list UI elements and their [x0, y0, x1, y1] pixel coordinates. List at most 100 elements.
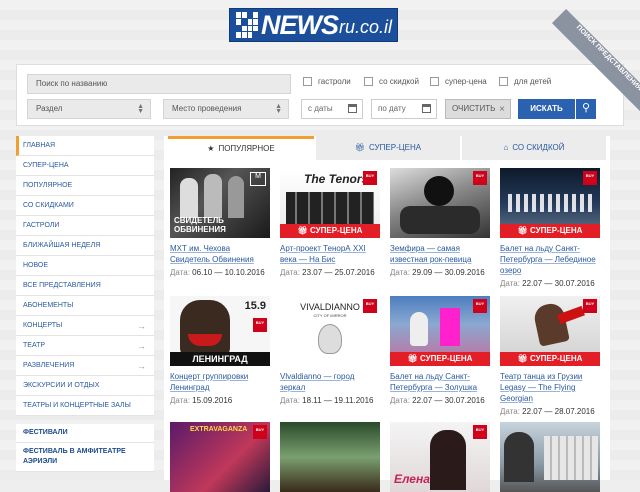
sidebar-item-super-price[interactable]: Супер-цена	[16, 156, 154, 176]
logo-grid-icon	[236, 12, 258, 38]
ticket-badge-icon: BUY	[253, 318, 267, 332]
ticket-badge-icon: BUY	[363, 171, 377, 185]
sidebar-item-concerts[interactable]: Концерты →	[16, 316, 154, 336]
event-date: Дата: 06.10 — 10.10.2016	[170, 268, 265, 277]
event-title[interactable]: МХТ им. Чехова Свидетель Обвинения	[170, 243, 270, 265]
event-poster[interactable]: BUY 🎁︎ СУПЕР-ЦЕНА	[500, 168, 600, 238]
sidebar-item-touring[interactable]: Гастроли	[16, 216, 154, 236]
event-poster[interactable]: BUY	[390, 168, 490, 238]
ticket-badge-icon: BUY	[473, 299, 487, 313]
event-card[interactable]: 15.9 ЛЕНИНГРАД BUY Концерт группировки Л…	[170, 296, 270, 405]
event-date: Дата: 15.09.2016	[170, 396, 233, 405]
festival-link[interactable]: ФЕСТИВАЛИ	[16, 424, 154, 443]
arrow-right-icon: →	[137, 341, 146, 351]
super-price-label: 🎁︎ СУПЕР-ЦЕНА	[500, 352, 600, 366]
tab-super-price[interactable]: 🎁︎ СУПЕР-ЦЕНА	[316, 136, 460, 160]
checkbox-children[interactable]: для детей	[499, 77, 551, 86]
search-icon[interactable]: ⚲	[576, 99, 596, 119]
event-title[interactable]: Балет на льду Санкт-Петербурга — Лебедин…	[500, 243, 600, 276]
event-title[interactable]: Vlvaldianno — город зеркал	[280, 371, 380, 393]
calendar-icon	[422, 104, 431, 113]
tab-discount[interactable]: ⌂ СО СКИДКОЙ	[462, 136, 606, 160]
sidebar-item-excursions[interactable]: Экскурсии и отдых	[16, 376, 154, 396]
event-title[interactable]: Концерт группировки Ленинград	[170, 371, 270, 393]
venue-select[interactable]: Место проведения ▲ ▼	[163, 99, 289, 119]
event-card[interactable]: BUY 🎁︎ СУПЕР-ЦЕНА Балет на льду Санкт-Пе…	[390, 296, 490, 405]
select-arrows-icon: ▲ ▼	[275, 103, 282, 115]
search-name-input[interactable]: Поиск по названию	[27, 74, 291, 94]
site-logo[interactable]: NEWS ru.co.il	[229, 8, 398, 42]
super-price-label: 🎁︎ СУПЕР-ЦЕНА	[390, 352, 490, 366]
logo-text: NEWS	[261, 9, 339, 40]
select-arrows-icon: ▲ ▼	[137, 103, 144, 115]
checkbox-discount[interactable]: со скидкой	[364, 77, 419, 86]
sidebar-item-venues[interactable]: Театры и концертные залы	[16, 396, 154, 416]
super-price-label: 🎁︎ СУПЕР-ЦЕНА	[500, 224, 600, 238]
event-date: Дата: 18.11 — 19.11.2016	[280, 396, 374, 405]
event-date: Дата: 22.07 — 28.07.2016	[500, 407, 595, 416]
event-card[interactable]: BUY 🎁︎ СУПЕР-ЦЕНА Театр танца из Грузии …	[500, 296, 600, 416]
arrow-right-icon: →	[137, 361, 146, 371]
sidebar-item-new[interactable]: Новое	[16, 256, 154, 276]
ticket-badge-icon: BUY	[583, 299, 597, 313]
search-button[interactable]: ИСКАТЬ	[518, 99, 575, 119]
ticket-badge-icon: BUY	[583, 171, 597, 185]
event-date: Дата: 22.07 — 30.07.2016	[390, 396, 485, 405]
event-poster[interactable]: BUY 🎁︎ СУПЕР-ЦЕНА	[390, 296, 490, 366]
ticket-badge-icon: BUY	[253, 425, 267, 439]
search-panel: Поиск по названию гастроли со скидкой су…	[16, 64, 624, 126]
sidebar-item-subscriptions[interactable]: Абонементы	[16, 296, 154, 316]
event-date: Дата: 23.07 — 25.07.2016	[280, 268, 375, 277]
sidebar: Главная Супер-цена Популярное Со скидкам…	[16, 136, 154, 472]
tab-popular[interactable]: ★ ПОПУЛЯРНОЕ	[168, 136, 314, 160]
event-card[interactable]: The Tenors BUY 🎁︎ СУПЕР-ЦЕНА Арт-проект …	[280, 168, 380, 277]
sidebar-item-theatre[interactable]: Театр →	[16, 336, 154, 356]
event-card[interactable]	[500, 422, 600, 492]
super-price-label: 🎁︎ СУПЕР-ЦЕНА	[280, 224, 380, 238]
checkbox-touring[interactable]: гастроли	[303, 77, 351, 86]
gift-icon: 🎁︎	[354, 143, 366, 152]
star-icon: ★	[207, 144, 215, 153]
section-select[interactable]: Раздел ▲ ▼	[27, 99, 151, 119]
sidebar-item-home[interactable]: Главная	[16, 136, 154, 156]
event-title[interactable]: Балет на льду Санкт-Петербурга — Золушка	[390, 371, 490, 393]
event-title[interactable]: Земфира — самая известная рок-певица	[390, 243, 490, 265]
sidebar-item-discounts[interactable]: Со скидками	[16, 196, 154, 216]
event-card[interactable]	[280, 422, 380, 492]
event-date: Дата: 29.09 — 30.09.2016	[390, 268, 485, 277]
events-panel: ★ ПОПУЛЯРНОЕ 🎁︎ СУПЕР-ЦЕНА ⌂ СО СКИДКОЙ СВИ…	[164, 136, 610, 492]
sidebar-item-popular[interactable]: Популярное	[16, 176, 154, 196]
event-card[interactable]: BUY Земфира — самая известная рок-певица…	[390, 168, 490, 277]
sidebar-item-entertainment[interactable]: Развлечения →	[16, 356, 154, 376]
event-card[interactable]: СВИДЕТЕЛЬ ОБВИНЕНИЯ M МХТ им. Чехова Сви…	[170, 168, 270, 277]
event-poster[interactable]	[500, 422, 600, 492]
arrow-right-icon: →	[137, 321, 146, 331]
event-title[interactable]: Арт-проект ТенорА XXI века — На Бис	[280, 243, 380, 265]
date-to-input[interactable]: по дату	[371, 99, 437, 119]
event-poster[interactable]: VIVALDIANNO CITY OF MIRROR BUY	[280, 296, 380, 366]
event-poster[interactable]: 15.9 ЛЕНИНГРАД BUY	[170, 296, 270, 366]
event-poster[interactable]: BUY 🎁︎ СУПЕР-ЦЕНА	[500, 296, 600, 366]
ticket-badge-icon: BUY	[363, 299, 377, 313]
date-from-input[interactable]: с даты	[301, 99, 363, 119]
festival-link-amphitheatre[interactable]: ФЕСТИВАЛЬ В АМФИТЕАТРЕ АЭРИЭЛИ	[16, 443, 154, 472]
event-date: Дата: 22.07 — 30.07.2016	[500, 279, 595, 288]
ticket-badge-icon: BUY	[473, 171, 487, 185]
checkbox-super-price[interactable]: супер-цена	[430, 77, 487, 86]
event-poster[interactable]: СВИДЕТЕЛЬ ОБВИНЕНИЯ M	[170, 168, 270, 238]
sidebar-item-week[interactable]: Ближайшая неделя	[16, 236, 154, 256]
event-poster[interactable]: EXTRAVAGANZA BUY	[170, 422, 270, 492]
calendar-icon	[348, 104, 357, 113]
event-card[interactable]: EXTRAVAGANZA BUY	[170, 422, 270, 492]
event-card[interactable]: BUY 🎁︎ СУПЕР-ЦЕНА Балет на льду Санкт-Пе…	[500, 168, 600, 288]
clear-button[interactable]: ОЧИСТИТЬ ×	[445, 99, 511, 119]
sidebar-item-all[interactable]: Все представления	[16, 276, 154, 296]
logo-domain: ru.co.il	[339, 17, 393, 37]
event-title[interactable]: Театр танца из Грузии Legasy — The Flyin…	[500, 371, 600, 404]
event-poster[interactable]: Елена BUY	[390, 422, 490, 492]
event-poster[interactable]: The Tenors BUY 🎁︎ СУПЕР-ЦЕНА	[280, 168, 380, 238]
event-card[interactable]: VIVALDIANNO CITY OF MIRROR BUY Vlvaldian…	[280, 296, 380, 405]
event-poster[interactable]	[280, 422, 380, 492]
tag-icon: ⌂	[503, 143, 509, 152]
event-card[interactable]: Елена BUY	[390, 422, 490, 492]
